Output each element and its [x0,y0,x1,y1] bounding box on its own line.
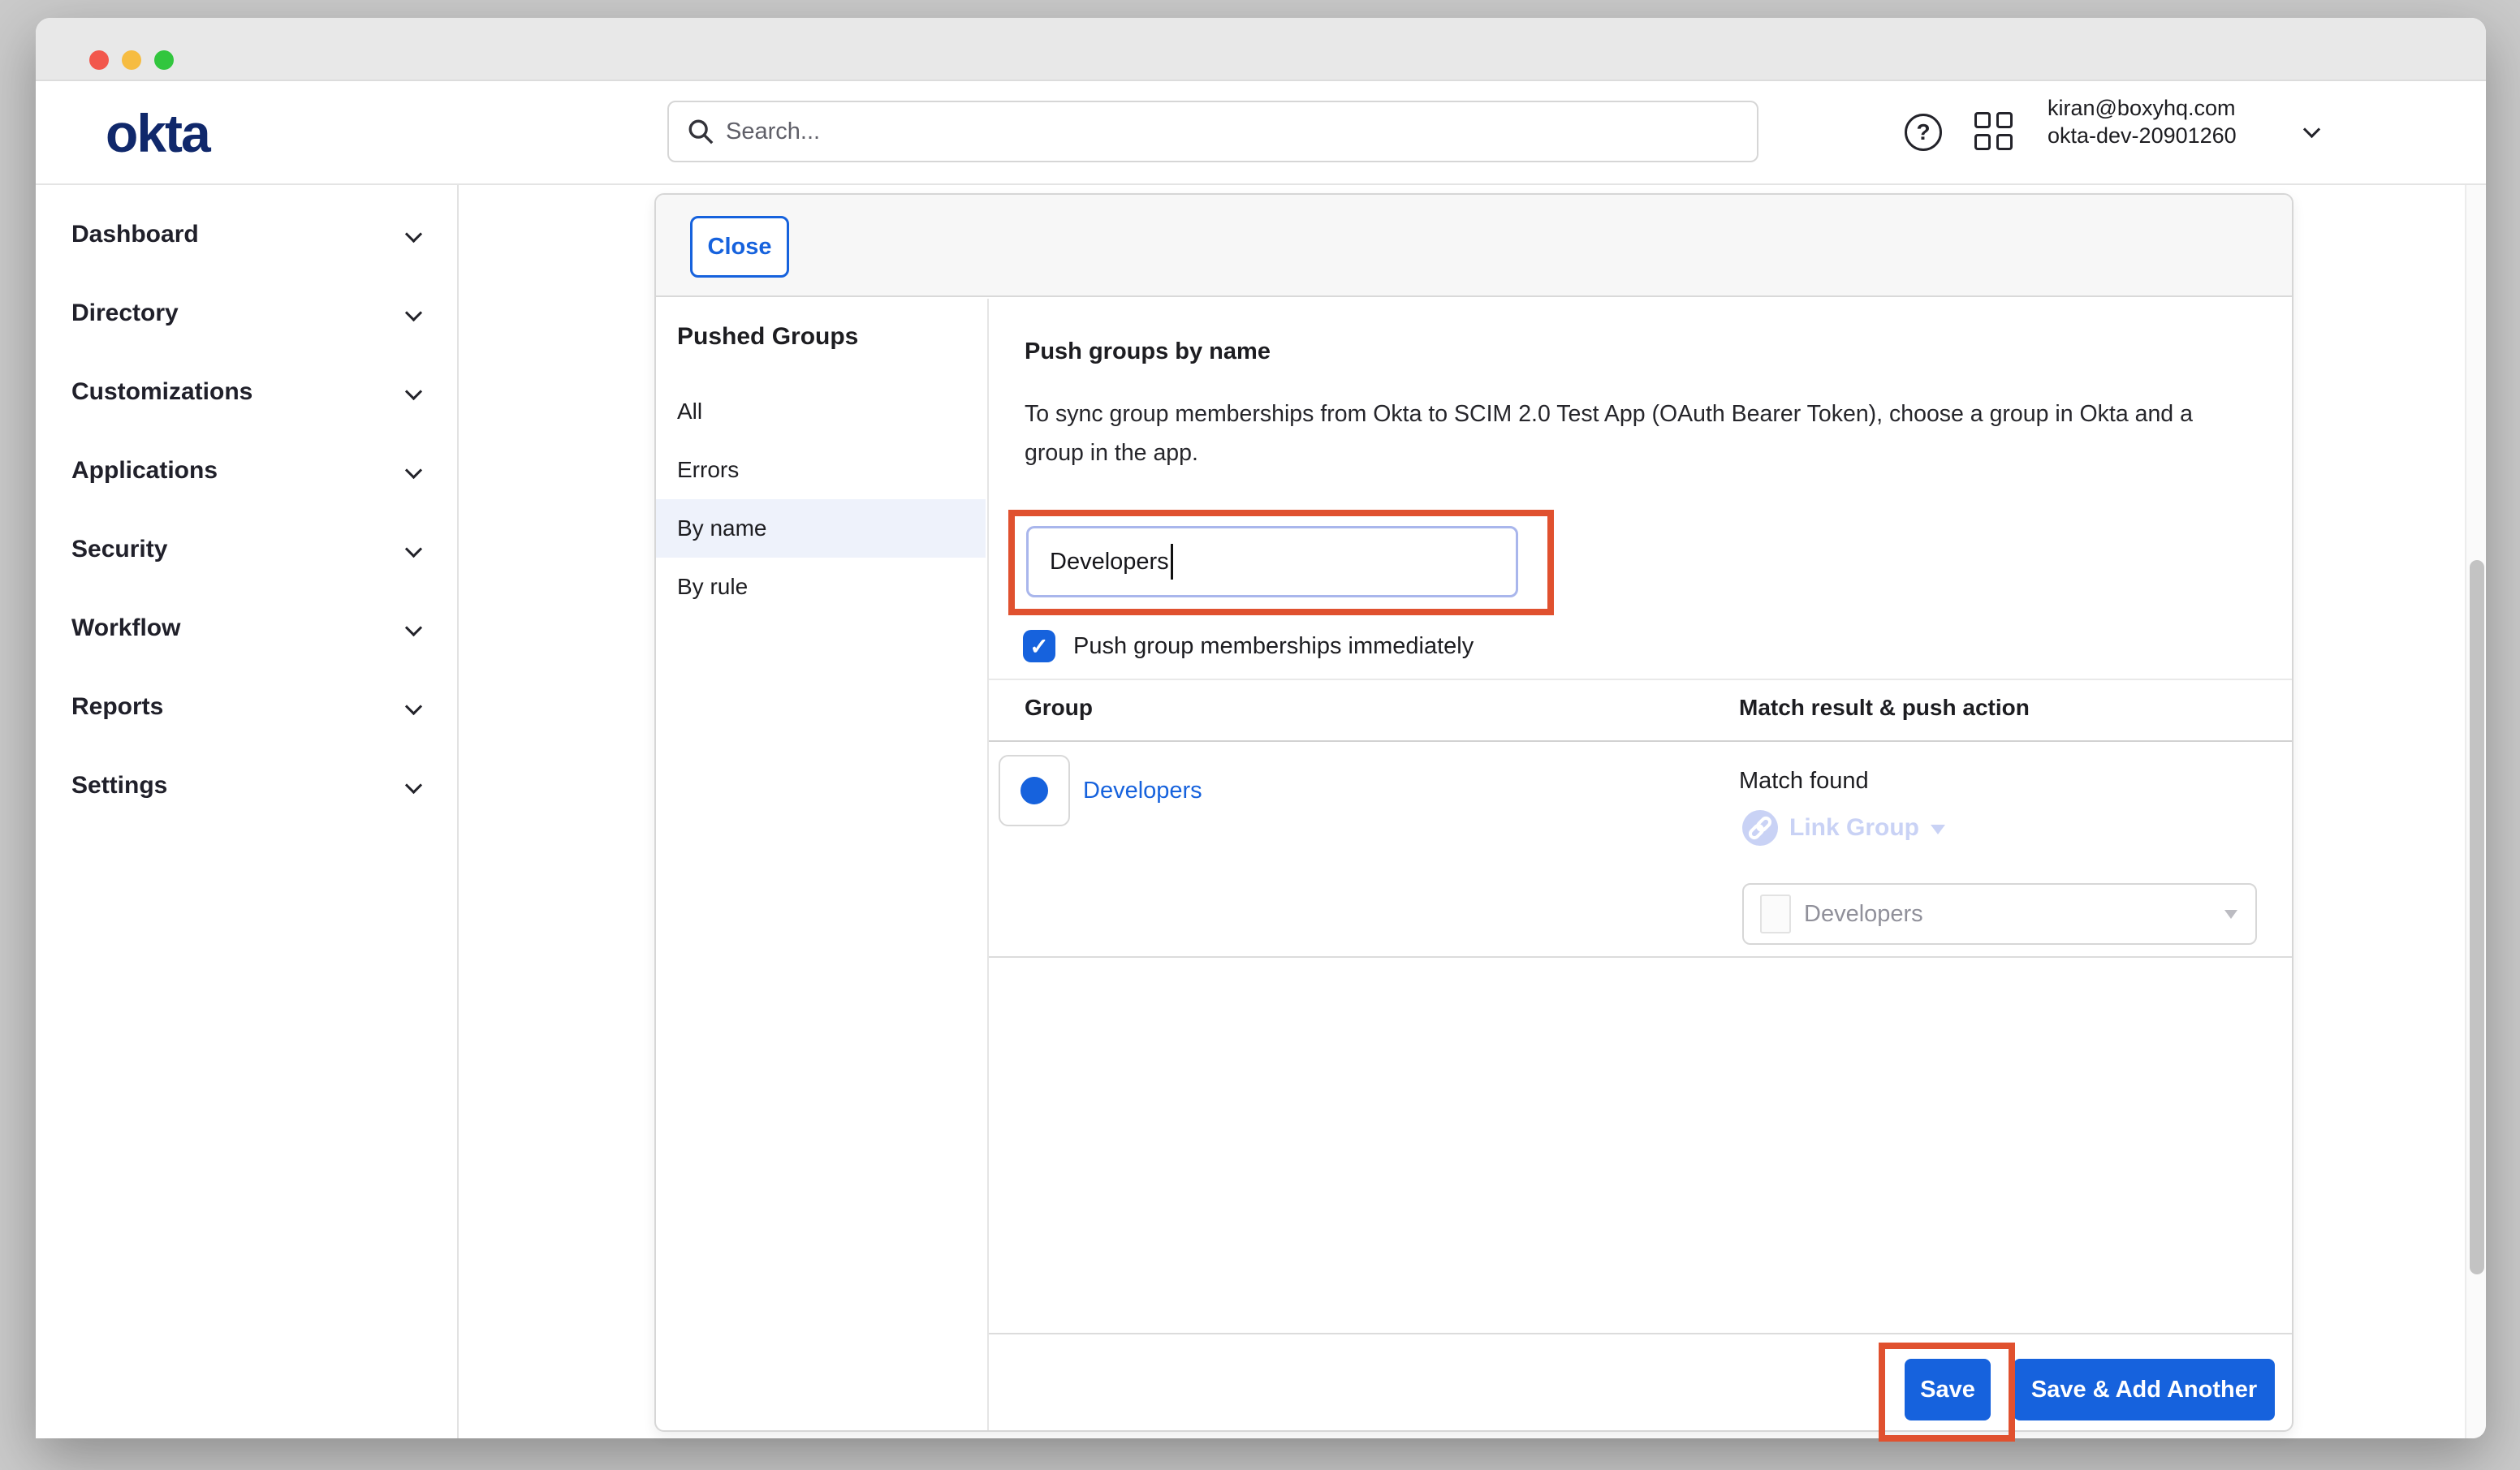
app-group-thumbnail [1760,895,1791,933]
app-window: okta Search... ? kiran@boxyhq.com okta-d… [36,18,2486,1438]
table-header-divider [989,740,2292,742]
account-org: okta-dev-20901260 [2048,122,2237,149]
window-close-icon[interactable] [89,50,109,70]
sidebar-item-dashboard[interactable]: Dashboard [36,195,457,274]
chevron-down-icon [405,698,422,715]
chevron-down-icon [405,304,422,321]
sidebar-item-workflow[interactable]: Workflow [36,588,457,667]
match-status: Match found [1739,768,1869,795]
text-cursor [1171,544,1173,580]
subnav-item-by-name[interactable]: By name [656,499,986,558]
search-icon [687,118,714,145]
group-name-value: Developers [1050,549,1169,575]
link-group-label: Link Group [1789,814,1919,842]
sidebar-item-directory[interactable]: Directory [36,274,457,352]
annotation-highlight-save-button [1879,1343,2015,1442]
scrollbar-track[interactable] [2465,185,2486,1438]
chevron-down-icon [405,541,422,558]
panel-toolbar: Close [656,195,2292,297]
footer-divider [989,1333,2292,1334]
chevron-down-icon [405,777,422,794]
row-divider [989,956,2292,958]
subnav-item-by-rule[interactable]: By rule [656,558,986,616]
window-fullscreen-icon[interactable] [154,50,174,70]
app-header: okta Search... ? kiran@boxyhq.com okta-d… [36,81,2486,185]
checkmark-icon: ✓ [1029,633,1048,660]
select-arrow-icon [2224,910,2237,919]
sidebar-item-reports[interactable]: Reports [36,667,457,746]
search-input[interactable]: Search... [667,101,1758,162]
app-switcher-icon[interactable] [1974,112,2013,151]
chevron-down-icon [405,619,422,636]
subnav-item-all[interactable]: All [656,382,986,441]
okta-group-icon [1021,777,1048,804]
push-groups-panel: Close Pushed Groups All Errors By name B… [654,193,2293,1432]
push-by-name-content: Push groups by name To sync group member… [989,299,2292,1430]
sidebar: Dashboard Directory Customizations Appli… [36,185,459,1438]
search-placeholder: Search... [726,119,820,145]
push-immediately-label: Push group memberships immediately [1073,633,1474,660]
app-group-selected: Developers [1804,901,2224,928]
sidebar-item-security[interactable]: Security [36,510,457,588]
window-minimize-icon[interactable] [122,50,141,70]
help-icon[interactable]: ? [1905,114,1942,151]
okta-logo: okta [106,102,209,164]
chevron-down-icon [405,383,422,400]
chevron-down-icon [405,462,422,479]
account-menu[interactable]: kiran@boxyhq.com okta-dev-20901260 [2048,94,2237,149]
sidebar-item-settings[interactable]: Settings [36,746,457,825]
table-top-divider [989,679,2292,680]
scrollbar-thumb[interactable] [2470,560,2484,1274]
chevron-down-icon [405,226,422,243]
group-logo-card [999,755,1070,826]
page-title: Push groups by name [1025,338,1271,365]
link-icon [1742,810,1778,846]
save-add-another-button[interactable]: Save & Add Another [2013,1359,2275,1420]
chevron-down-icon[interactable] [2303,121,2320,138]
window-titlebar [36,18,2486,81]
subnav-title: Pushed Groups [677,323,858,351]
subnav-item-errors[interactable]: Errors [656,441,986,499]
sidebar-item-applications[interactable]: Applications [36,431,457,510]
push-immediately-checkbox[interactable]: ✓ [1023,630,1055,662]
annotation-highlight-group-input: Developers [1008,510,1554,615]
okta-group-link[interactable]: Developers [1083,778,1202,804]
column-header-match: Match result & push action [1739,695,2030,721]
column-header-group: Group [1025,695,1093,721]
sidebar-item-customizations[interactable]: Customizations [36,352,457,431]
account-email: kiran@boxyhq.com [2048,94,2237,122]
pushed-groups-subnav: Pushed Groups All Errors By name By rule [656,299,989,1430]
group-name-input[interactable]: Developers [1026,526,1518,597]
dropdown-arrow-icon [1931,825,1945,834]
page-description: To sync group memberships from Okta to S… [1025,394,2226,472]
app-group-select[interactable]: Developers [1742,883,2257,945]
close-button[interactable]: Close [690,216,789,278]
link-group-dropdown[interactable]: Link Group [1742,810,1945,846]
